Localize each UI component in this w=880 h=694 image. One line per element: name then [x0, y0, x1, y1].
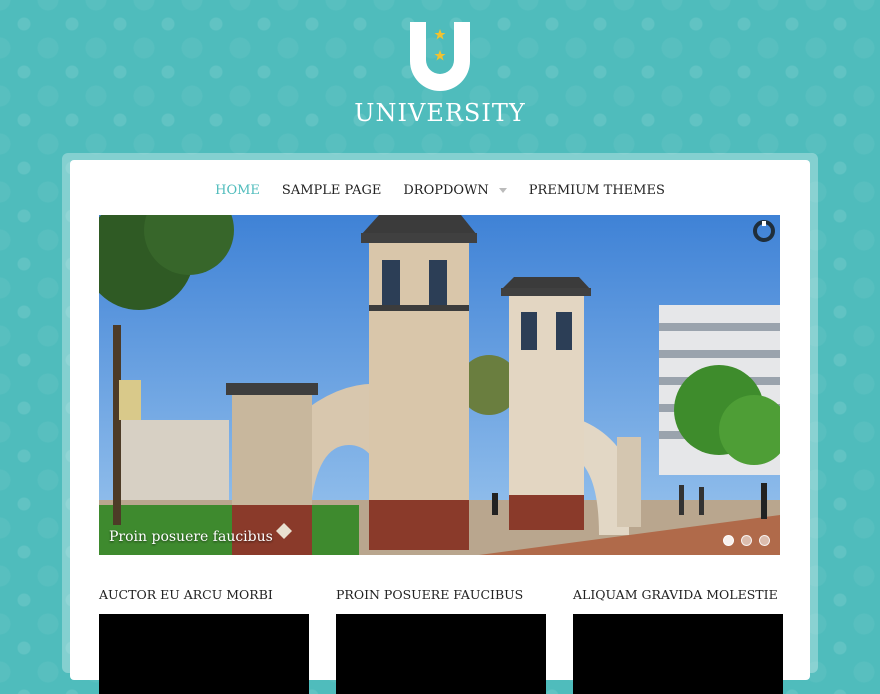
slider-dot[interactable]: [741, 535, 752, 546]
site-title[interactable]: UNIVERSITY: [0, 98, 880, 128]
star-icon: [434, 29, 446, 40]
column-title[interactable]: ALIQUAM GRAVIDA MOLESTIE: [573, 587, 783, 603]
main-navigation: HOME SAMPLE PAGE DROPDOWN PREMIUM THEMES: [70, 178, 810, 202]
slider-pagination: [723, 535, 770, 546]
nav-item-label: SAMPLE PAGE: [281, 182, 382, 198]
chevron-down-icon: [498, 187, 507, 193]
slider-dot[interactable]: [723, 535, 734, 546]
main-card: HOME SAMPLE PAGE DROPDOWN PREMIUM THEMES: [70, 160, 810, 694]
star-icon: [434, 50, 446, 61]
feature-column: PROIN POSUERE FAUCIBUS: [336, 587, 546, 694]
nav-item-sample-page[interactable]: SAMPLE PAGE: [282, 183, 381, 198]
feature-column: ALIQUAM GRAVIDA MOLESTIE: [573, 587, 783, 694]
nav-item-dropdown[interactable]: DROPDOWN: [403, 182, 507, 198]
university-u-logo-icon: [410, 22, 470, 91]
pause-icon[interactable]: [752, 219, 776, 243]
column-image[interactable]: [99, 614, 309, 694]
feature-column: AUCTOR EU ARCU MORBI: [99, 587, 309, 694]
nav-item-home[interactable]: HOME: [215, 183, 260, 198]
nav-item-label: HOME: [215, 182, 260, 198]
nav-item-label: DROPDOWN: [403, 182, 489, 198]
slider-dot[interactable]: [759, 535, 770, 546]
column-title[interactable]: AUCTOR EU ARCU MORBI: [99, 587, 309, 603]
column-image[interactable]: [336, 614, 546, 694]
image-slider[interactable]: Proin posuere faucibus: [99, 215, 780, 555]
nav-item-premium-themes[interactable]: PREMIUM THEMES: [529, 183, 665, 198]
slide-image-campus-gate: [99, 215, 780, 555]
column-title[interactable]: PROIN POSUERE FAUCIBUS: [336, 587, 546, 603]
nav-item-label: PREMIUM THEMES: [528, 182, 665, 198]
site-logo[interactable]: UNIVERSITY: [0, 18, 880, 128]
slide-caption: Proin posuere faucibus: [109, 529, 273, 545]
column-image[interactable]: [573, 614, 783, 694]
